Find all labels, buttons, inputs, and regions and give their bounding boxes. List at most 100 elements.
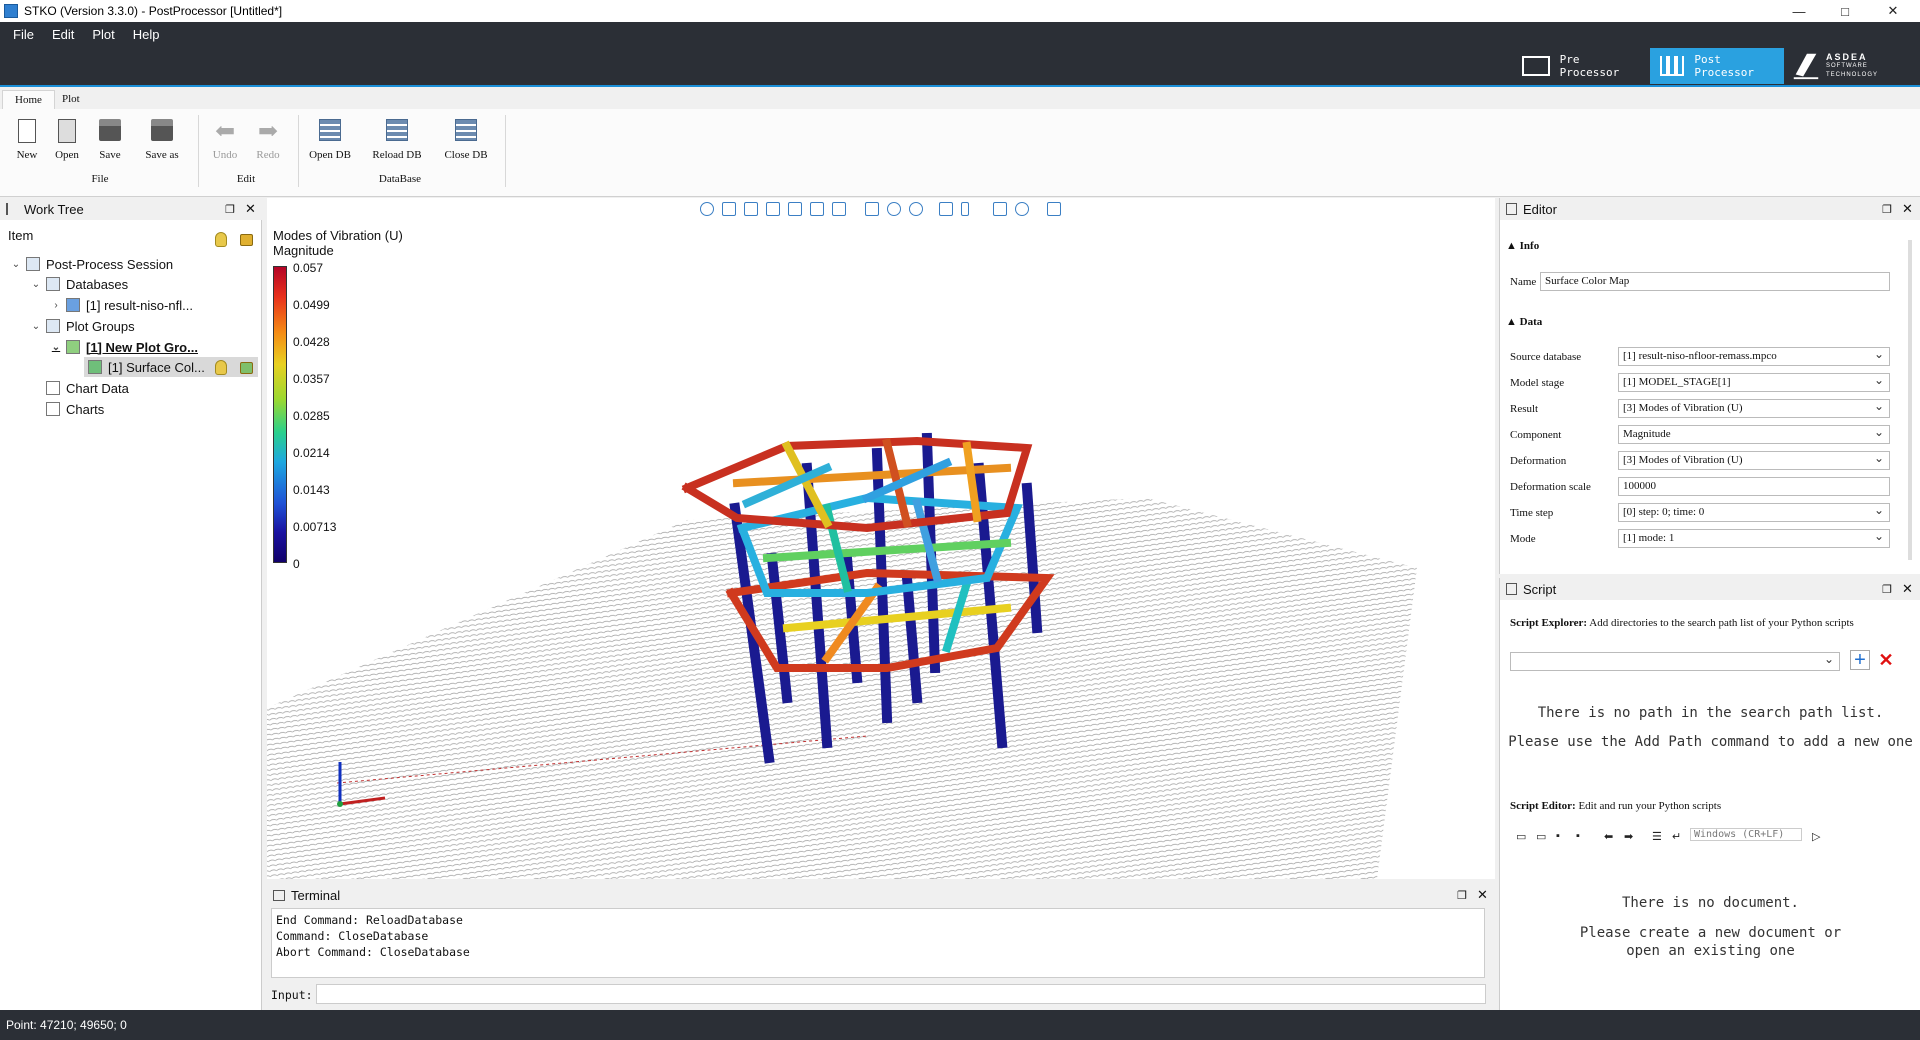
menu-plot[interactable]: Plot (83, 27, 123, 42)
list-icon[interactable]: ☰ (1652, 830, 1662, 843)
chevron-right-icon[interactable]: › (50, 300, 62, 311)
tree-icon (6, 203, 18, 215)
model-stage-select[interactable]: [1] MODEL_STAGE[1] (1618, 373, 1890, 392)
tree-item-chart-data[interactable]: Chart Data (30, 378, 129, 398)
undo-button[interactable]: ⬅ Undo (203, 119, 247, 169)
tree-item-plot-groups[interactable]: ⌄ Plot Groups (30, 316, 135, 336)
reload-db-button[interactable]: Reload DB (367, 119, 427, 169)
script-explorer-label: Script Explorer: (1510, 617, 1588, 629)
deformation-scale-input[interactable]: 100000 (1618, 477, 1890, 496)
name-field[interactable]: Surface Color Map (1540, 272, 1890, 291)
tree-item-charts[interactable]: Charts (30, 399, 104, 419)
run-script-icon[interactable]: ▷ (1812, 830, 1820, 843)
visibility-bulb-icon[interactable] (215, 360, 227, 375)
menu-bar: File Edit Plot Help (0, 22, 169, 46)
editor-scrollbar[interactable] (1908, 240, 1912, 560)
tree-label: Chart Data (66, 380, 129, 396)
open-label: Open (55, 149, 79, 161)
new-label: New (16, 149, 38, 161)
close-panel-icon[interactable]: ✕ (1902, 581, 1913, 597)
undo-script-icon[interactable]: ⬅ (1604, 830, 1613, 843)
menu-file[interactable]: File (4, 27, 43, 42)
plot-group-icon (66, 340, 80, 354)
close-panel-icon[interactable]: ✕ (1902, 201, 1913, 217)
tree-label: Charts (66, 401, 105, 417)
time-step-select[interactable]: [0] step: 0; time: 0 (1618, 503, 1890, 522)
open-db-icon (318, 119, 342, 145)
mode-label: Mode (1510, 533, 1536, 545)
result-select[interactable]: [3] Modes of Vibration (U) (1618, 399, 1890, 418)
save-as-button[interactable]: Save as (140, 119, 184, 169)
result-label: Result (1510, 403, 1539, 415)
line-ending-icon[interactable]: ↵ (1672, 830, 1681, 843)
chevron-down-icon[interactable]: ⌄ (30, 279, 42, 290)
redo-label: Redo (256, 149, 280, 161)
create-document-hint: Please create a new document or open an … (1579, 925, 1842, 959)
status-bar: Point: 47210; 49650; 0 (0, 1010, 1920, 1040)
float-panel-icon[interactable]: ❐ (1882, 583, 1892, 596)
tree-item-session[interactable]: ⌄ Post-Process Session (10, 254, 173, 274)
float-panel-icon[interactable]: ❐ (225, 203, 235, 216)
deformation-select[interactable]: [3] Modes of Vibration (U) (1618, 451, 1890, 470)
open-button[interactable]: Open (45, 119, 89, 169)
component-select[interactable]: Magnitude (1618, 425, 1890, 444)
chevron-down-icon[interactable]: ⌄ (50, 342, 62, 353)
redo-icon: ➡ (257, 119, 279, 145)
post-processor-button[interactable]: Post Processor (1650, 48, 1784, 84)
open-db-button[interactable]: Open DB (306, 119, 354, 169)
tree-item-surface-color-map[interactable]: [1] Surface Col... (84, 357, 258, 377)
save-button[interactable]: Save (88, 119, 132, 169)
source-database-select[interactable]: [1] result-niso-nfloor-remass.mpco (1618, 347, 1890, 366)
new-button[interactable]: New (5, 119, 49, 169)
script-header: Script ❐ ✕ (1500, 578, 1920, 600)
add-path-button[interactable]: + (1850, 650, 1870, 670)
pre-processor-button[interactable]: Pre Processor (1512, 48, 1648, 84)
tab-home[interactable]: Home (2, 90, 55, 110)
data-label: Data (1519, 316, 1543, 328)
close-panel-icon[interactable]: ✕ (245, 201, 256, 217)
tab-plot[interactable]: Plot (50, 90, 92, 110)
chevron-down-icon[interactable]: ⌄ (30, 321, 42, 332)
script-explorer-description: Script Explorer: Add directories to the … (1510, 616, 1910, 630)
new-script-icon[interactable]: ▭ (1516, 830, 1526, 843)
accent-line (0, 85, 1920, 87)
mode-select[interactable]: [1] mode: 1 (1618, 529, 1890, 548)
tree-item-new-plot-group[interactable]: ⌄ [1] New Plot Gro... (50, 337, 198, 357)
terminal-input[interactable] (316, 984, 1486, 1004)
lock-icon[interactable] (240, 362, 253, 374)
tree-item-result-db[interactable]: › [1] result-niso-nfl... (50, 295, 193, 315)
float-panel-icon[interactable]: ❐ (1457, 889, 1467, 902)
data-section[interactable]: ▲ Data (1506, 316, 1542, 328)
close-window-button[interactable]: ✕ (1870, 0, 1916, 22)
line-ending-select[interactable]: Windows (CR+LF) (1690, 828, 1802, 841)
menu-edit[interactable]: Edit (43, 27, 83, 42)
visibility-bulb-icon[interactable] (215, 232, 227, 247)
maximize-button[interactable]: □ (1822, 0, 1868, 22)
terminal-input-label: Input: (271, 988, 313, 1002)
info-section[interactable]: ▲ Info (1506, 240, 1539, 252)
work-tree-panel: Work Tree ❐ ✕ Item ⌄ Post-Process Session… (0, 198, 262, 1010)
lock-icon[interactable] (240, 234, 253, 246)
close-db-button[interactable]: Close DB (440, 119, 492, 169)
search-path-select[interactable] (1510, 652, 1840, 671)
ribbon-separator (198, 115, 199, 187)
model-render (267, 432, 1417, 879)
minimize-button[interactable]: — (1776, 0, 1822, 22)
menu-help[interactable]: Help (124, 27, 169, 42)
close-panel-icon[interactable]: ✕ (1477, 887, 1488, 903)
script-panel: Script ❐ ✕ Script Explorer: Add director… (1499, 578, 1920, 1010)
open-script-icon[interactable]: ▭ (1536, 830, 1546, 843)
redo-script-icon[interactable]: ➡ (1624, 830, 1633, 843)
logo-top-text: ASDEA (1826, 51, 1868, 62)
redo-button[interactable]: ➡ Redo (246, 119, 290, 169)
editor-icon (1506, 203, 1517, 215)
group-database-label: DataBase (378, 173, 422, 185)
float-panel-icon[interactable]: ❐ (1882, 203, 1892, 216)
tree-item-databases[interactable]: ⌄ Databases (30, 274, 128, 294)
save-as-script-icon[interactable]: ▪ (1576, 830, 1580, 842)
remove-path-button[interactable]: ✕ (1876, 650, 1896, 670)
save-script-icon[interactable]: ▪ (1556, 830, 1560, 842)
3d-viewport[interactable]: Modes of Vibration (U) Magnitude 0.057 0… (267, 198, 1495, 879)
save-as-label: Save as (145, 149, 179, 161)
chevron-down-icon[interactable]: ⌄ (10, 259, 22, 270)
